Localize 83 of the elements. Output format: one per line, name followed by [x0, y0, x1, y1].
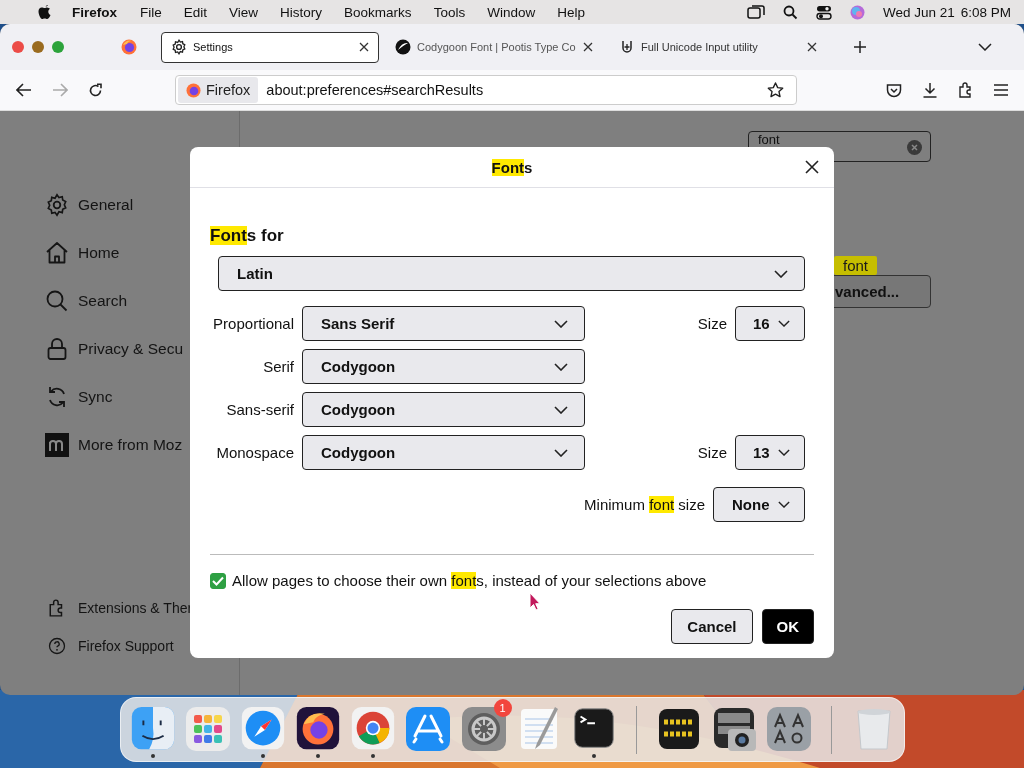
launchpad-icon[interactable] — [184, 704, 233, 753]
menu-bar-time[interactable]: 6:08 PM — [960, 4, 1011, 20]
checkbox[interactable] — [210, 572, 226, 589]
menu-item[interactable]: Window — [487, 4, 536, 20]
close-icon[interactable] — [805, 160, 819, 174]
language-select[interactable]: Latin — [218, 256, 805, 291]
app-menu[interactable]: Firefox — [72, 4, 117, 20]
site-icon — [619, 39, 635, 55]
font-select[interactable]: Sans Serif — [302, 306, 585, 341]
download-icon[interactable] — [922, 82, 938, 98]
firefox-icon — [121, 39, 137, 55]
caret-icon — [778, 449, 790, 456]
menu-item[interactable]: File — [140, 4, 162, 20]
back-icon[interactable] — [16, 83, 32, 97]
font-select[interactable]: Codygoon — [302, 392, 585, 427]
close-tab-icon[interactable] — [807, 42, 817, 52]
font-label: Sans-serif — [225, 401, 294, 418]
size-label: Size — [697, 315, 727, 332]
app-store-icon[interactable] — [404, 704, 453, 753]
gear-icon — [45, 193, 69, 217]
font-select[interactable]: Codygoon — [302, 435, 585, 470]
help-icon — [48, 637, 66, 655]
menu-item[interactable]: View — [229, 4, 259, 20]
menu-icon[interactable] — [994, 84, 1008, 96]
caret-icon — [778, 501, 790, 508]
caret-icon — [778, 320, 790, 327]
font-label: Serif — [262, 358, 294, 375]
search-match-tooltip: font — [834, 256, 878, 275]
gear-icon — [171, 39, 187, 55]
browser-tab[interactable]: Codygoon Font | Pootis Type Co — [385, 31, 603, 63]
firefox-icon — [186, 82, 201, 98]
site-icon — [395, 39, 411, 55]
minimize-window-icon[interactable] — [32, 41, 44, 53]
caret-icon — [554, 405, 568, 414]
size-label: Size — [697, 444, 727, 461]
address-bar[interactable]: Firefox about:preferences#searchResults — [175, 75, 797, 105]
size-select[interactable]: 13 — [735, 435, 805, 470]
reload-icon[interactable] — [88, 82, 103, 98]
pocket-icon[interactable] — [886, 82, 902, 98]
identity-chip[interactable]: Firefox — [178, 77, 259, 103]
caret-icon — [554, 319, 568, 328]
font-select[interactable]: Codygoon — [302, 349, 585, 384]
caret-icon — [554, 362, 568, 371]
caret-icon — [774, 269, 788, 278]
home-icon — [45, 241, 69, 265]
minimum-size-select[interactable]: None — [713, 487, 805, 522]
menu-bar-date[interactable]: Wed Jun 21 — [882, 4, 955, 20]
menu-item[interactable]: History — [280, 4, 323, 20]
zoom-window-icon[interactable] — [52, 41, 64, 53]
close-tab-icon[interactable] — [583, 42, 593, 52]
menu-item[interactable]: Edit — [183, 4, 208, 20]
browser-tab[interactable]: Settings — [161, 31, 379, 63]
puzzle-icon[interactable] — [958, 82, 974, 98]
cancel-button[interactable]: Cancel — [671, 609, 753, 644]
url-text: about:preferences#searchResults — [266, 82, 485, 98]
logo — [45, 433, 69, 457]
caret-icon — [554, 448, 568, 457]
orb-icon[interactable] — [849, 4, 865, 20]
clear-icon[interactable] — [907, 140, 922, 155]
window-icon[interactable] — [746, 5, 765, 19]
search-icon[interactable] — [782, 4, 798, 20]
menu-item[interactable]: Help — [557, 4, 585, 20]
close-window-icon[interactable] — [12, 41, 24, 53]
browser-tab[interactable]: Full Unicode Input utility — [609, 31, 827, 63]
notification-badge: 1 — [493, 698, 512, 717]
ok-button[interactable]: OK — [761, 609, 814, 644]
font-book-icon[interactable] — [764, 704, 813, 753]
size-select[interactable]: 16 — [735, 306, 805, 341]
toggle-icon[interactable] — [815, 4, 832, 20]
bookmark-star-icon[interactable] — [767, 82, 784, 98]
tab-list-icon[interactable] — [978, 43, 992, 51]
settings-icon[interactable] — [459, 704, 508, 753]
minimum-size-label: Minimum font size — [584, 496, 705, 513]
menu-item[interactable]: Bookmarks — [344, 4, 412, 20]
lock-icon — [45, 337, 69, 361]
font-label: Monospace — [215, 444, 294, 461]
close-tab-icon[interactable] — [359, 42, 369, 52]
new-tab-icon[interactable] — [853, 40, 867, 54]
font-label: Proportional — [212, 315, 294, 332]
apple-icon[interactable] — [38, 4, 52, 20]
cursor-icon — [529, 592, 541, 611]
menu-item[interactable]: Tools — [433, 4, 466, 20]
search-icon — [45, 289, 69, 313]
